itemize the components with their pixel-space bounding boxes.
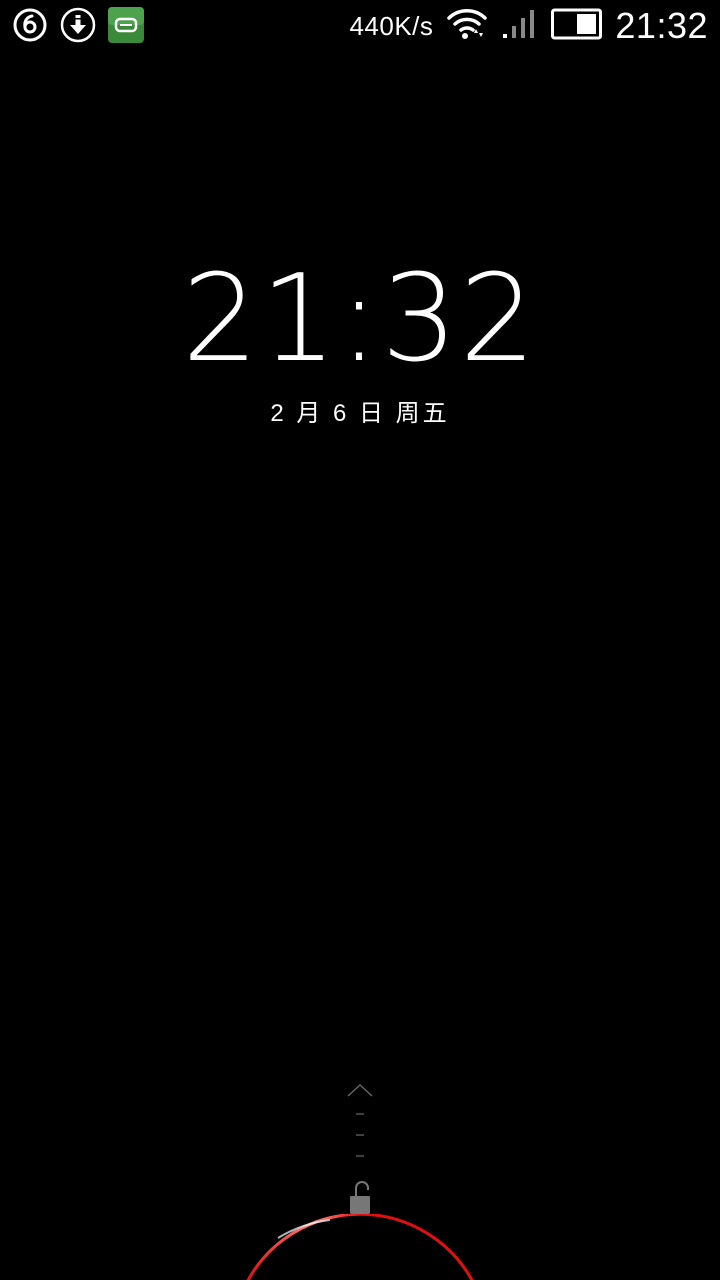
wifi-icon <box>447 7 488 46</box>
signal-icon <box>501 8 537 45</box>
system-status: 440K/s 21:32 <box>349 4 708 48</box>
status-bar-time: 21:32 <box>615 5 708 46</box>
status-bar[interactable]: 440K/s 21:32 <box>0 0 720 52</box>
lockscreen-date: 2 月 6 日 周五 <box>270 400 450 427</box>
unlock-icon[interactable] <box>346 1178 374 1218</box>
unlock-area[interactable] <box>0 1078 720 1280</box>
download-icon <box>60 7 96 43</box>
lockscreen-clock: 21:32 2 月 6 日 周五 <box>0 255 720 428</box>
network-speed: 440K/s <box>349 10 434 41</box>
battery-icon <box>550 8 603 45</box>
lockscreen-time: 21:32 <box>182 250 538 389</box>
swipe-up-hint-icon <box>347 1083 373 1157</box>
unlock-ring[interactable] <box>0 1214 720 1280</box>
music-app-icon <box>12 7 48 43</box>
sms-app-icon <box>108 7 144 43</box>
notification-icons <box>12 6 144 44</box>
